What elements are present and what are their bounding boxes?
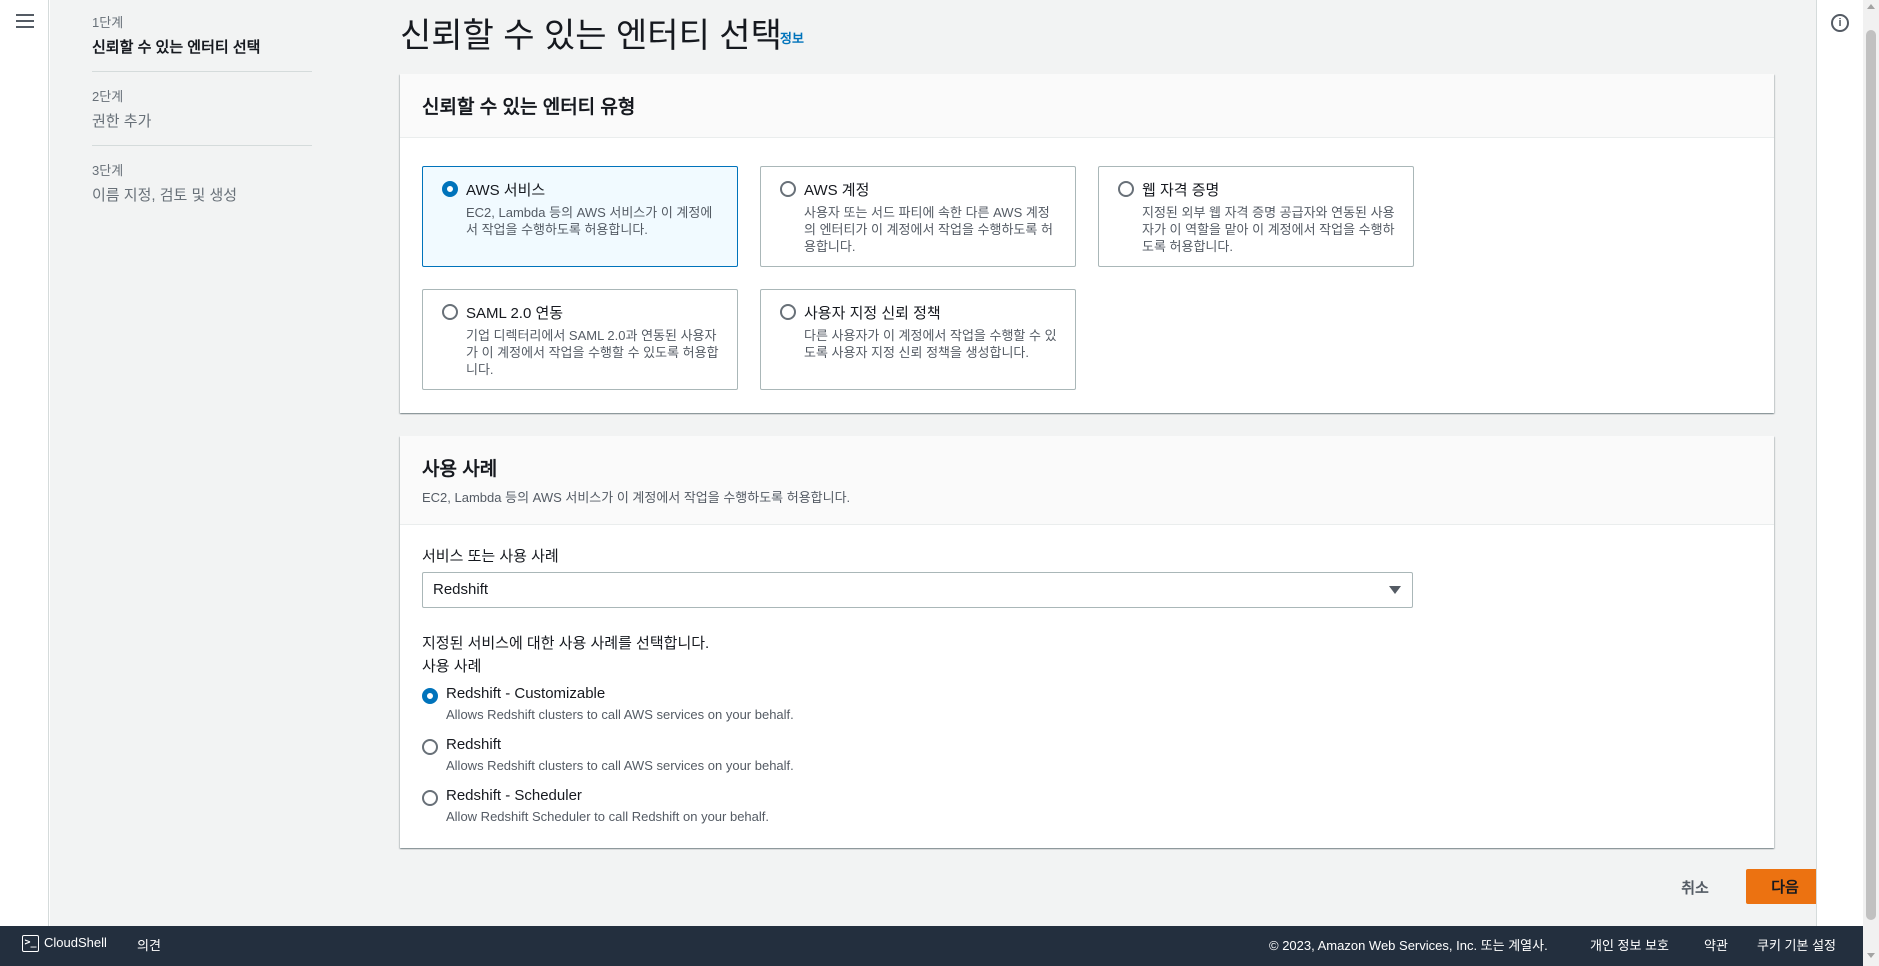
step-number: 1단계: [92, 15, 124, 30]
tile-aws-service[interactable]: AWS 서비스 EC2, Lambda 등의 AWS 서비스가 이 계정에서 작…: [422, 166, 738, 267]
step-title: 이름 지정, 검토 및 생성: [92, 187, 238, 204]
page-title: 신뢰할 수 있는 엔터티 선택: [400, 17, 782, 55]
step-title: 신뢰할 수 있는 엔터티 선택: [92, 39, 261, 56]
tile-description: 다른 사용자가 이 계정에서 작업을 수행할 수 있도록 사용자 지정 신뢰 정…: [804, 328, 1057, 360]
radio-button[interactable]: [422, 739, 438, 755]
option-description: Allows Redshift clusters to call AWS ser…: [446, 707, 794, 722]
container-header: 사용 사례 EC2, Lambda 등의 AWS 서비스가 이 계정에서 작업을…: [400, 436, 1774, 525]
tile-title: AWS 서비스: [466, 182, 546, 199]
scroll-thumb[interactable]: [1866, 30, 1876, 920]
scroll-down-arrow-icon[interactable]: [1867, 953, 1875, 958]
info-link[interactable]: 정보: [780, 28, 804, 47]
service-select-value: Redshift: [433, 581, 489, 598]
tile-description: 지정된 외부 웹 자격 증명 공급자와 연동된 사용자가 이 역할을 맡아 이 …: [1142, 205, 1395, 254]
radio-button[interactable]: [780, 181, 796, 197]
radio-button[interactable]: [442, 304, 458, 320]
use-case-option-redshift[interactable]: Redshift Allows Redshift clusters to cal…: [422, 736, 794, 773]
service-field-label: 서비스 또는 사용 사례: [422, 548, 559, 565]
next-button[interactable]: 다음: [1746, 869, 1824, 904]
right-tools-rail: i: [1816, 0, 1863, 926]
container-header: 신뢰할 수 있는 엔터티 유형: [400, 74, 1774, 138]
use-case-label: 사용 사례: [422, 658, 482, 675]
radio-button[interactable]: [422, 688, 438, 704]
radio-button[interactable]: [442, 181, 458, 197]
step-number: 2단계: [92, 89, 124, 104]
use-case-option-redshift-customizable[interactable]: Redshift - Customizable Allows Redshift …: [422, 685, 794, 722]
info-circle-icon[interactable]: i: [1831, 14, 1849, 32]
cloudshell-label: CloudShell: [44, 935, 107, 950]
scroll-up-arrow-icon[interactable]: [1867, 4, 1875, 9]
use-case-container: 사용 사례 EC2, Lambda 등의 AWS 서비스가 이 계정에서 작업을…: [400, 436, 1774, 848]
tile-title: 사용자 지정 신뢰 정책: [804, 305, 941, 322]
tile-title: SAML 2.0 연동: [466, 305, 564, 322]
tile-title: AWS 계정: [804, 182, 870, 199]
option-description: Allows Redshift clusters to call AWS ser…: [446, 758, 794, 773]
cloudshell-link[interactable]: >_ CloudShell: [22, 935, 107, 953]
cookie-preferences-link[interactable]: 쿠키 기본 설정: [1757, 935, 1836, 954]
copyright-text: © 2023, Amazon Web Services, Inc. 또는 계열사…: [1269, 938, 1548, 953]
tile-aws-account[interactable]: AWS 계정 사용자 또는 서드 파티에 속한 다른 AWS 계정의 엔터티가 …: [760, 166, 1076, 267]
hamburger-menu-icon[interactable]: [16, 14, 34, 29]
radio-button[interactable]: [780, 304, 796, 320]
section-description: EC2, Lambda 등의 AWS 서비스가 이 계정에서 작업을 수행하도록…: [422, 490, 851, 505]
use-case-option-redshift-scheduler[interactable]: Redshift - Scheduler Allow Redshift Sche…: [422, 787, 769, 824]
left-nav-rail: [0, 0, 49, 926]
step-1: 1단계 신뢰할 수 있는 엔터티 선택: [92, 10, 312, 72]
radio-button[interactable]: [422, 790, 438, 806]
terminal-icon: >_: [22, 935, 39, 953]
tile-description: EC2, Lambda 등의 AWS 서비스가 이 계정에서 작업을 수행하도록…: [466, 205, 713, 237]
service-select[interactable]: Redshift: [422, 572, 1413, 608]
vertical-scrollbar[interactable]: [1863, 0, 1879, 966]
main-content: 1단계 신뢰할 수 있는 엔터티 선택 2단계 권한 추가 3단계 이름 지정,…: [50, 0, 1824, 926]
wizard-steps: 1단계 신뢰할 수 있는 엔터티 선택 2단계 권한 추가 3단계 이름 지정,…: [92, 10, 312, 231]
tile-web-identity[interactable]: 웹 자격 증명 지정된 외부 웹 자격 증명 공급자와 연동된 사용자가 이 역…: [1098, 166, 1414, 267]
tile-description: 사용자 또는 서드 파티에 속한 다른 AWS 계정의 엔터티가 이 계정에서 …: [804, 205, 1053, 254]
tile-title: 웹 자격 증명: [1142, 182, 1220, 199]
use-case-hint: 지정된 서비스에 대한 사용 사례를 선택합니다.: [422, 635, 710, 652]
section-heading: 사용 사례: [422, 459, 498, 480]
option-title: Redshift - Customizable: [446, 685, 606, 702]
cancel-button[interactable]: 취소: [1665, 870, 1725, 904]
privacy-link[interactable]: 개인 정보 보호: [1590, 935, 1669, 954]
step-number: 3단계: [92, 163, 124, 178]
step-3[interactable]: 3단계 이름 지정, 검토 및 생성: [92, 158, 312, 219]
option-description: Allow Redshift Scheduler to call Redshif…: [446, 809, 770, 824]
caret-down-icon: [1389, 586, 1401, 594]
feedback-link[interactable]: 의견: [137, 935, 161, 954]
option-title: Redshift - Scheduler: [446, 787, 582, 804]
terms-link[interactable]: 약관: [1704, 935, 1728, 954]
tile-saml-federation[interactable]: SAML 2.0 연동 기업 디렉터리에서 SAML 2.0과 연동된 사용자가…: [422, 289, 738, 390]
trusted-entity-type-container: 신뢰할 수 있는 엔터티 유형 AWS 서비스 EC2, Lambda 등의 A…: [400, 74, 1774, 413]
step-title: 권한 추가: [92, 113, 152, 130]
section-heading: 신뢰할 수 있는 엔터티 유형: [422, 97, 636, 118]
step-2[interactable]: 2단계 권한 추가: [92, 84, 312, 146]
console-footer: >_ CloudShell 의견 © 2023, Amazon Web Servi…: [0, 926, 1863, 966]
tile-custom-trust-policy[interactable]: 사용자 지정 신뢰 정책 다른 사용자가 이 계정에서 작업을 수행할 수 있도…: [760, 289, 1076, 390]
tile-description: 기업 디렉터리에서 SAML 2.0과 연동된 사용자가 이 계정에서 작업을 …: [466, 328, 719, 377]
radio-button[interactable]: [1118, 181, 1134, 197]
option-title: Redshift: [446, 736, 502, 753]
